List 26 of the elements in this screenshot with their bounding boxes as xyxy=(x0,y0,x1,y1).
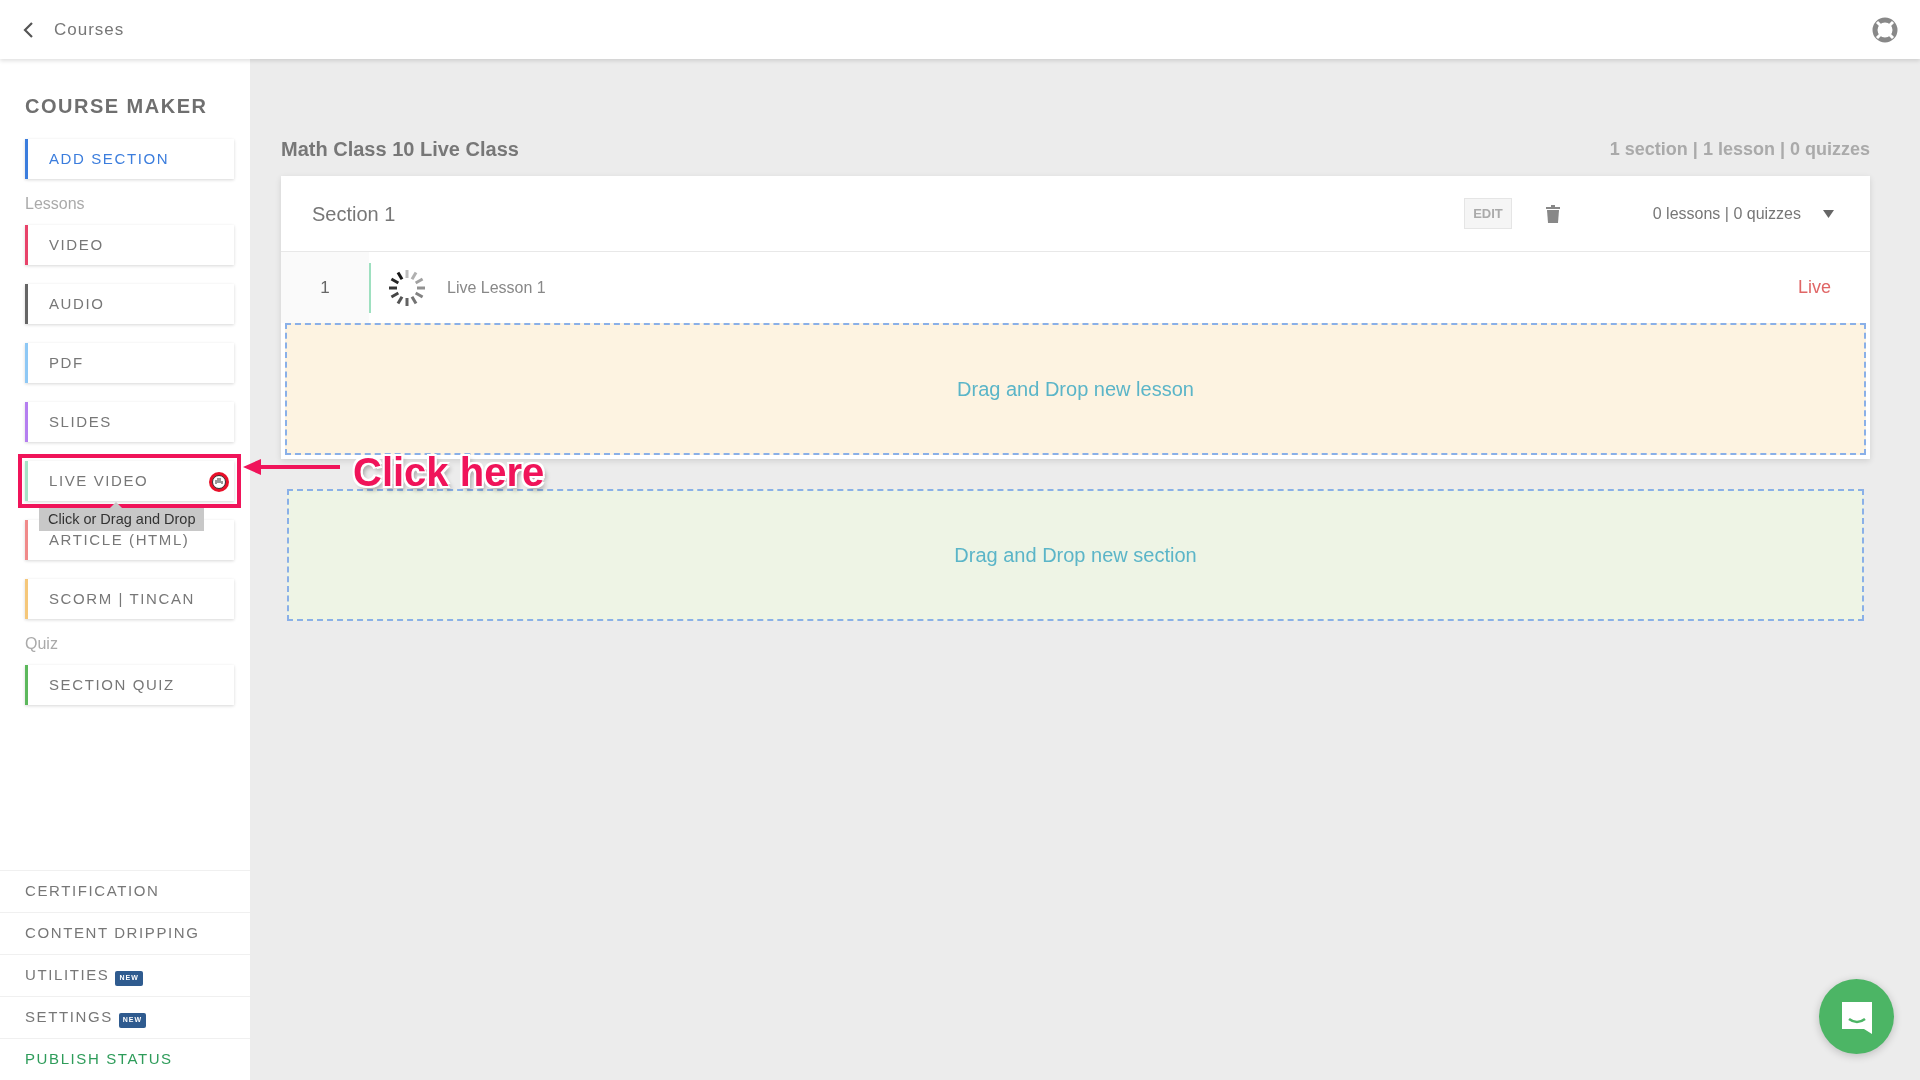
sidebar-title: COURSE MAKER xyxy=(25,94,209,119)
back-link[interactable]: Courses xyxy=(22,16,125,43)
lesson-type-button[interactable]: SLIDES xyxy=(25,402,234,442)
lesson-type-button[interactable]: SECTION QUIZ xyxy=(25,665,234,705)
course-summary: 1 section | 1 lesson | 0 quizzes xyxy=(1609,137,1870,161)
add-section-button[interactable]: ADD SECTION xyxy=(25,139,234,179)
section-title: Section 1 xyxy=(312,201,396,227)
chat-button[interactable] xyxy=(1819,979,1894,1054)
help-icon[interactable] xyxy=(1872,16,1898,43)
lesson-title: Live Lesson 1 xyxy=(447,277,546,298)
lesson-type-button[interactable]: VIDEO xyxy=(25,225,234,265)
group-heading: Lessons xyxy=(25,194,86,214)
course-title: Math Class 10 Live Class xyxy=(281,137,519,162)
lesson-type-button[interactable]: SCORM | TINCAN xyxy=(25,579,234,619)
caret-icon[interactable] xyxy=(1823,209,1834,218)
lesson-type-button[interactable]: AUDIO xyxy=(25,284,234,324)
back-icon xyxy=(22,20,34,39)
lesson-status: Live xyxy=(1797,276,1831,299)
trash-icon[interactable] xyxy=(1545,204,1560,223)
section-counts: 0 lessons | 0 quizzes xyxy=(1652,203,1801,224)
lesson-number: 1 xyxy=(281,252,369,323)
lesson-type-button[interactable]: PDF xyxy=(25,343,234,383)
loading-spinner-icon xyxy=(387,267,427,308)
cursor-icon xyxy=(208,471,230,493)
group-heading: Quiz xyxy=(25,634,59,654)
tooltip: Click or Drag and Drop xyxy=(39,508,205,531)
